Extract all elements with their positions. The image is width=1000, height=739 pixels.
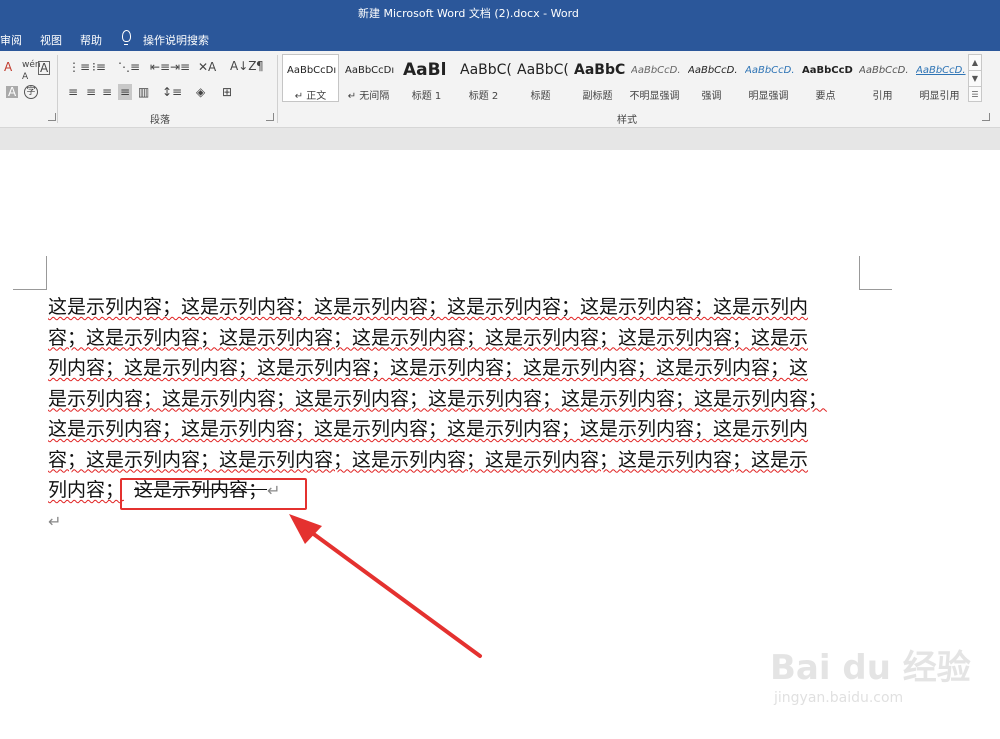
watermark-brand: Bai du 经验 — [770, 648, 971, 688]
watermark-url: jingyan.baidu.com — [774, 690, 904, 706]
baidu-watermark: Bai du 经验 jingyan.baidu.com — [770, 620, 971, 720]
